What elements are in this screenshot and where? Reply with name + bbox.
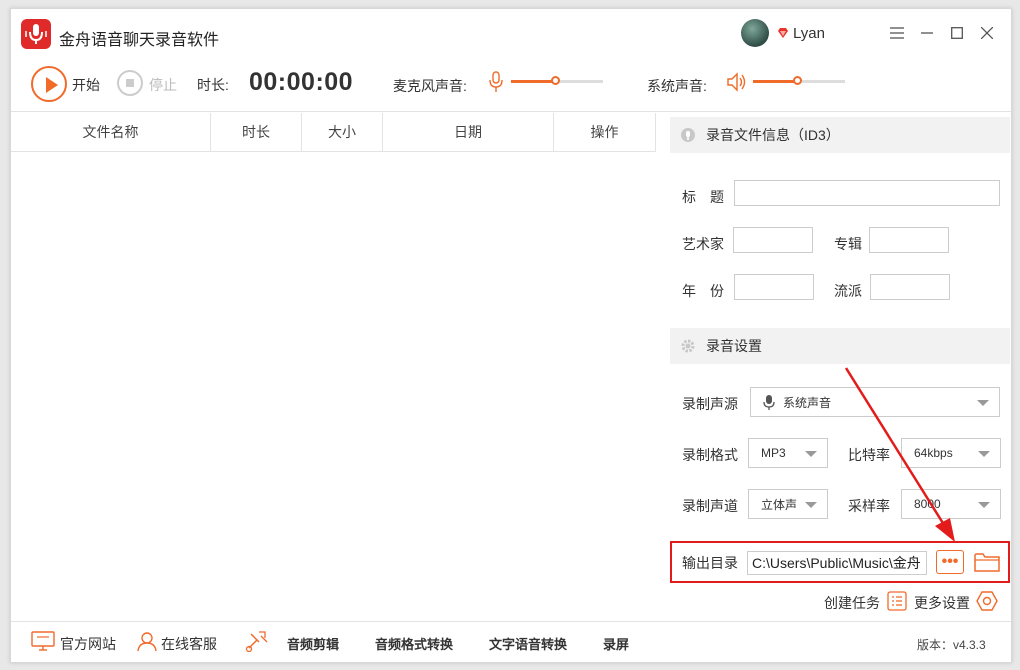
year-label: 年 份 <box>682 283 724 299</box>
album-input[interactable] <box>869 227 949 253</box>
output-directory-row: 输出目录 C:\Users\Public\Music\金舟 ••• <box>670 541 1010 583</box>
output-path-input[interactable]: C:\Users\Public\Music\金舟 <box>747 551 927 575</box>
format-label: 录制格式 <box>682 447 738 463</box>
stop-label[interactable]: 停止 <box>149 75 177 95</box>
speaker-icon <box>727 72 746 92</box>
title-input[interactable] <box>734 180 1000 206</box>
vip-diamond-icon <box>778 28 788 38</box>
format-value: MP3 <box>761 446 786 460</box>
duration-value: 00:00:00 <box>249 68 354 96</box>
gear-icon <box>681 339 695 353</box>
website-link[interactable]: 官方网站 <box>60 634 116 654</box>
stop-record-button[interactable] <box>117 70 143 96</box>
column-filename[interactable]: 文件名称 <box>11 113 211 151</box>
bitrate-chevron-down-icon <box>978 451 990 457</box>
tts-link[interactable]: 文字语音转换 <box>489 634 567 653</box>
year-input[interactable] <box>734 274 814 300</box>
samplerate-chevron-down-icon <box>978 502 990 508</box>
create-task-label[interactable]: 创建任务 <box>824 593 880 613</box>
system-volume-label: 系统声音: <box>647 78 707 94</box>
app-title: 金舟语音聊天录音软件 <box>59 32 220 49</box>
minimize-button[interactable] <box>917 23 937 43</box>
settings-hex-icon[interactable] <box>976 590 998 612</box>
source-select[interactable]: 系统声音 <box>750 387 1000 417</box>
title-label: 标 题 <box>682 189 724 205</box>
channel-value: 立体声 <box>761 497 798 512</box>
artist-label: 艺术家 <box>682 236 724 252</box>
bitrate-label: 比特率 <box>848 447 890 463</box>
channel-chevron-down-icon <box>805 502 817 508</box>
version-label: 版本：v4.3.3 <box>917 638 986 652</box>
id3-section-title: 录音文件信息（ID3） <box>706 127 840 143</box>
mic-volume-slider[interactable] <box>511 76 603 85</box>
open-folder-icon[interactable] <box>974 551 1000 573</box>
avatar[interactable] <box>741 19 769 47</box>
support-link[interactable]: 在线客服 <box>161 634 217 654</box>
table-header: 文件名称 时长 大小 日期 操作 <box>11 113 656 152</box>
genre-label: 流派 <box>834 283 862 299</box>
customer-service-icon[interactable] <box>135 630 159 652</box>
close-button[interactable] <box>977 23 997 43</box>
id3-section-header: 录音文件信息（ID3） <box>670 117 1010 153</box>
menu-icon[interactable] <box>887 23 907 43</box>
toolbar-divider <box>11 111 1011 112</box>
record-settings-title: 录音设置 <box>706 338 762 354</box>
source-label: 录制声源 <box>682 396 738 412</box>
column-date[interactable]: 日期 <box>383 113 554 151</box>
source-chevron-down-icon <box>977 400 989 406</box>
microphone-small-icon <box>763 395 775 410</box>
system-volume-slider[interactable] <box>753 76 845 85</box>
audio-edit-link[interactable]: 音频剪辑 <box>287 634 339 653</box>
artist-input[interactable] <box>733 227 813 253</box>
format-chevron-down-icon <box>805 451 817 457</box>
browse-output-button[interactable]: ••• <box>936 550 964 574</box>
more-settings-label[interactable]: 更多设置 <box>914 593 970 613</box>
system-volume-knob[interactable] <box>793 76 802 85</box>
genre-input[interactable] <box>870 274 950 300</box>
source-value: 系统声音 <box>783 395 832 410</box>
start-label[interactable]: 开始 <box>72 75 100 95</box>
maximize-button[interactable] <box>947 23 967 43</box>
samplerate-value: 8000 <box>914 497 941 511</box>
app-window: 金舟语音聊天录音软件 Lyan 开始 停止 时长: 00:00:00 麦克风声音… <box>10 8 1012 663</box>
column-actions[interactable]: 操作 <box>554 113 656 151</box>
app-logo-icon <box>21 19 51 49</box>
duration-label: 时长: <box>197 77 229 93</box>
record-toolbar: 开始 停止 时长: 00:00:00 麦克风声音: 系统声音: <box>11 63 1011 113</box>
record-settings-header: 录音设置 <box>670 328 1010 364</box>
info-icon <box>681 128 695 142</box>
column-size[interactable]: 大小 <box>302 113 383 151</box>
samplerate-select[interactable]: 8000 <box>901 489 1001 519</box>
username[interactable]: Lyan <box>793 25 825 42</box>
format-convert-link[interactable]: 音频格式转换 <box>375 634 453 653</box>
output-label: 输出目录 <box>682 555 738 571</box>
bitrate-select[interactable]: 64kbps <box>901 438 1001 468</box>
mic-volume-label: 麦克风声音: <box>393 78 467 94</box>
start-record-button[interactable] <box>31 66 67 102</box>
mic-volume-knob[interactable] <box>551 76 560 85</box>
recording-list-table: 文件名称 时长 大小 日期 操作 <box>11 113 656 618</box>
channel-select[interactable]: 立体声 <box>748 489 828 519</box>
channel-label: 录制声道 <box>682 498 738 514</box>
format-select[interactable]: MP3 <box>748 438 828 468</box>
bottom-bar: 官方网站 在线客服 音频剪辑 音频格式转换 文字语音转换 录屏 版本：v4.3.… <box>11 621 1011 664</box>
scissors-icon[interactable] <box>245 630 269 652</box>
screen-record-link[interactable]: 录屏 <box>603 634 629 653</box>
website-monitor-icon[interactable] <box>31 630 55 652</box>
column-duration[interactable]: 时长 <box>211 113 302 151</box>
samplerate-label: 采样率 <box>848 498 890 514</box>
album-label: 专辑 <box>834 236 862 252</box>
task-list-icon[interactable] <box>887 591 907 611</box>
bitrate-value: 64kbps <box>914 446 953 460</box>
title-bar: 金舟语音聊天录音软件 Lyan <box>11 9 1011 59</box>
microphone-icon <box>489 71 503 92</box>
